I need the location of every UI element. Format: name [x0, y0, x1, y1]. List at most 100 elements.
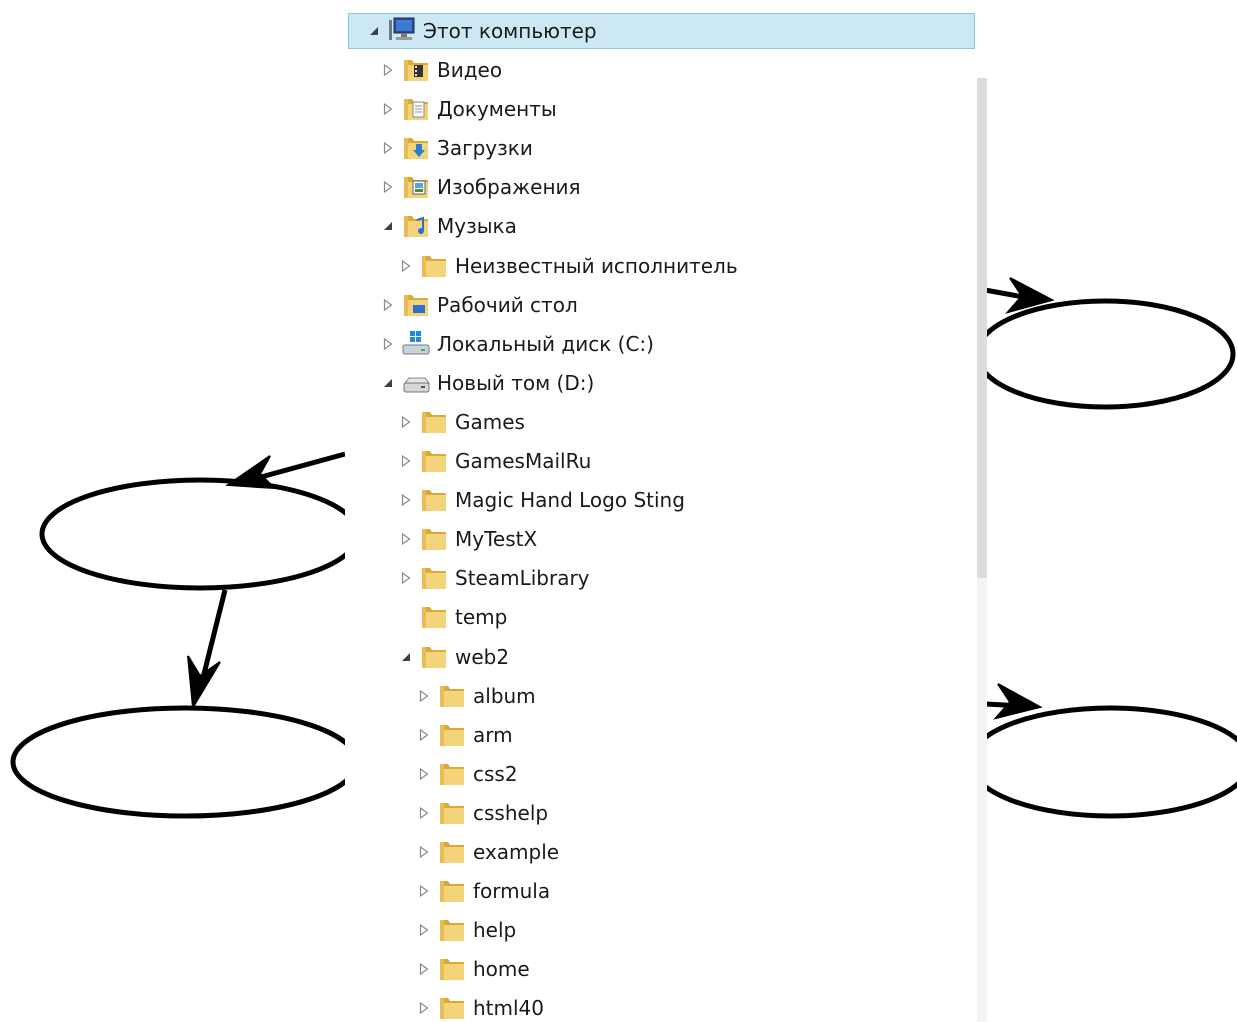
- collapsed-arrow-icon[interactable]: [399, 454, 413, 468]
- collapsed-arrow-icon[interactable]: [417, 884, 431, 898]
- collapsed-arrow-icon[interactable]: [381, 63, 395, 77]
- collapsed-arrow-icon[interactable]: [381, 141, 395, 155]
- tree-item[interactable]: Документы: [345, 90, 985, 128]
- arrowhead-bottom-left: [187, 655, 221, 711]
- folder-icon: [419, 486, 449, 514]
- collapsed-arrow-icon[interactable]: [399, 259, 413, 273]
- navigation-pane: Этот компьютер Видео Документы Загрузки Изо…: [345, 6, 985, 1022]
- vertical-scrollbar[interactable]: [977, 78, 987, 1022]
- tree-item[interactable]: help: [345, 911, 985, 949]
- folder-icon: [419, 252, 449, 280]
- tree-item-label: SteamLibrary: [455, 566, 590, 591]
- folder-icon: [419, 408, 449, 436]
- tree-item[interactable]: Games: [345, 403, 985, 441]
- folder-icon: [419, 564, 449, 592]
- ellipse-mid-left: [39, 477, 361, 591]
- collapsed-arrow-icon[interactable]: [417, 728, 431, 742]
- folder-icon: [437, 877, 467, 905]
- tree-item-label: Видео: [437, 58, 503, 82]
- tree-item-label: Новый том (D:): [437, 370, 595, 395]
- folder-icon: [437, 994, 467, 1022]
- folder-icon: [437, 916, 467, 944]
- tree-item[interactable]: Новый том (D:): [345, 364, 985, 402]
- tree-item[interactable]: MyTestX: [345, 520, 985, 558]
- tree-item[interactable]: SteamLibrary: [345, 559, 985, 597]
- arrowhead-bottom-right: [993, 683, 1043, 720]
- tree-item-label: css2: [473, 761, 518, 786]
- collapsed-arrow-icon[interactable]: [417, 923, 431, 937]
- tree-item-label: formula: [473, 879, 551, 904]
- folder-icon: [437, 760, 467, 788]
- expanded-arrow-icon[interactable]: [381, 376, 395, 390]
- tree-item-label: GamesMailRu: [455, 449, 592, 473]
- folder-icon: [419, 447, 449, 475]
- folder-icon: [437, 721, 467, 749]
- expanded-arrow-icon[interactable]: [399, 650, 413, 664]
- tree-item[interactable]: Видео: [345, 51, 985, 89]
- tree-item[interactable]: Изображения: [345, 168, 985, 206]
- collapsed-arrow-icon[interactable]: [399, 415, 413, 429]
- collapsed-arrow-icon[interactable]: [381, 102, 395, 116]
- tree-item-label: example: [473, 840, 560, 864]
- music-folder-icon: [401, 212, 431, 240]
- pictures-folder-icon: [401, 173, 431, 201]
- tree-item-label: arm: [473, 722, 513, 747]
- tree-item-label: Музыка: [437, 214, 517, 239]
- collapsed-arrow-icon[interactable]: [417, 962, 431, 976]
- computer-icon: [387, 17, 417, 45]
- tree-item-label: Рабочий стол: [437, 292, 578, 317]
- tree-item[interactable]: web2: [345, 638, 985, 676]
- tree-item-label: album: [473, 683, 536, 708]
- collapsed-arrow-icon[interactable]: [417, 845, 431, 859]
- tree-item-label: MyTestX: [455, 527, 538, 552]
- tree-item[interactable]: Magic Hand Logo Sting: [345, 481, 985, 519]
- collapsed-arrow-icon[interactable]: [381, 298, 395, 312]
- tree-item-this-pc[interactable]: Этот компьютер: [348, 13, 975, 49]
- collapsed-arrow-icon[interactable]: [399, 493, 413, 507]
- tree-item[interactable]: arm: [345, 716, 985, 754]
- video-folder-icon: [401, 56, 431, 84]
- folder-icon: [437, 799, 467, 827]
- downloads-folder-icon: [401, 134, 431, 162]
- tree-item[interactable]: formula: [345, 872, 985, 910]
- expanded-arrow-icon[interactable]: [367, 24, 381, 38]
- tree-item-label: temp: [455, 605, 508, 630]
- tree-item-label: web2: [455, 644, 510, 669]
- collapsed-arrow-icon[interactable]: [381, 180, 395, 194]
- tree-item-label: Magic Hand Logo Sting: [455, 488, 685, 513]
- tree-item-label: Неизвестный исполнитель: [455, 253, 738, 278]
- tree-item[interactable]: html40: [345, 989, 985, 1022]
- tree-item-label: home: [473, 957, 530, 982]
- expanded-arrow-icon[interactable]: [381, 219, 395, 233]
- tree-item[interactable]: css2: [345, 755, 985, 793]
- arrowhead-mid-left: [225, 455, 277, 490]
- scrollbar-thumb[interactable]: [977, 78, 987, 578]
- collapsed-arrow-icon[interactable]: [417, 767, 431, 781]
- collapsed-arrow-icon[interactable]: [417, 689, 431, 703]
- documents-folder-icon: [401, 95, 431, 123]
- collapsed-arrow-icon[interactable]: [381, 337, 395, 351]
- tree-item[interactable]: Рабочий стол: [345, 286, 985, 324]
- collapsed-arrow-icon[interactable]: [399, 571, 413, 585]
- ellipse-bottom-right: [967, 705, 1237, 819]
- collapsed-arrow-icon[interactable]: [399, 532, 413, 546]
- tree-item-label: Games: [455, 409, 525, 434]
- tree-item[interactable]: Неизвестный исполнитель: [345, 247, 985, 285]
- collapsed-arrow-icon[interactable]: [417, 806, 431, 820]
- tree-item[interactable]: home: [345, 950, 985, 988]
- desktop-folder-icon: [401, 291, 431, 319]
- tree-item[interactable]: Загрузки: [345, 129, 985, 167]
- tree-item[interactable]: example: [345, 833, 985, 871]
- folder-icon: [437, 682, 467, 710]
- arrow-placeholder: [399, 610, 413, 624]
- tree-item-label: Изображения: [437, 175, 581, 200]
- ellipse-bottom-left: [10, 705, 360, 819]
- tree-item[interactable]: Музыка: [345, 207, 985, 245]
- tree-item[interactable]: Локальный диск (C:): [345, 325, 985, 363]
- tree-item[interactable]: album: [345, 677, 985, 715]
- tree-item-label: Документы: [437, 97, 557, 122]
- tree-item[interactable]: csshelp: [345, 794, 985, 832]
- tree-item[interactable]: GamesMailRu: [345, 442, 985, 480]
- tree-item[interactable]: temp: [345, 598, 985, 636]
- collapsed-arrow-icon[interactable]: [417, 1001, 431, 1015]
